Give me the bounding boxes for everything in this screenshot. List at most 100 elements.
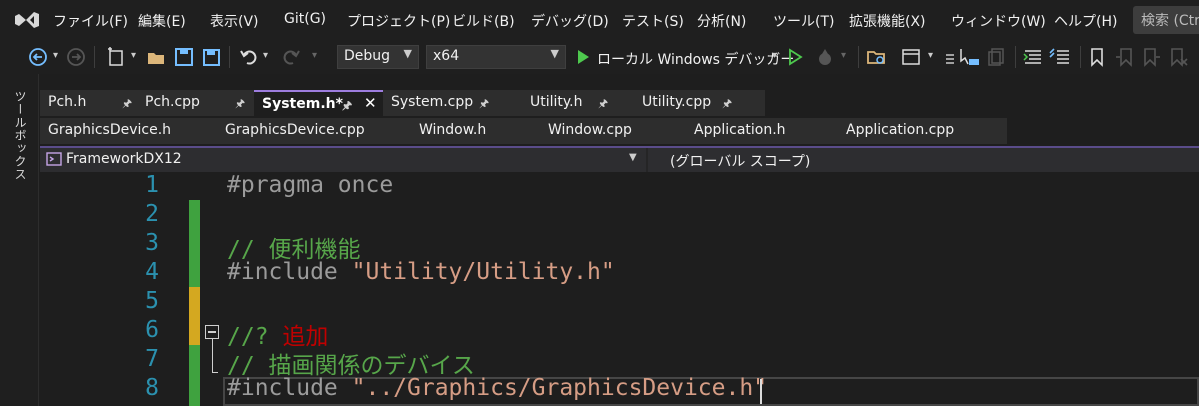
bookmark-icon[interactable] xyxy=(1089,47,1105,67)
code-editor[interactable]: 1 #pragma once 2 3// 便利機能 4 #include "Utility… xyxy=(40,172,1199,406)
toolbox-tab[interactable]: ツールボックス xyxy=(12,90,29,181)
code-line[interactable]: 3// 便利機能 xyxy=(40,230,1199,263)
copy-disabled-icon[interactable] xyxy=(987,47,1007,67)
hot-reload-icon[interactable] xyxy=(815,47,835,67)
pin-icon[interactable]: 🖈 xyxy=(722,95,732,114)
undo-icon[interactable] xyxy=(239,47,259,67)
fold-guide-end xyxy=(212,372,218,373)
code-line[interactable]: 2 xyxy=(40,201,1199,230)
menu-item[interactable]: 分析(N) xyxy=(697,11,746,31)
tab-utility-cpp[interactable]: Utility.cpp 🖈 xyxy=(634,90,765,116)
tab-pch-cpp[interactable]: Pch.cpp 🖈 xyxy=(137,90,254,116)
save-all-icon[interactable] xyxy=(201,47,221,67)
tab-graphicsdevice-cpp[interactable]: GraphicsDevice.cpp xyxy=(217,118,412,144)
clear-bookmarks-icon[interactable] xyxy=(1168,47,1188,67)
chevron-down-icon: ▼ xyxy=(629,152,637,163)
next-bookmark-icon[interactable] xyxy=(1141,47,1161,67)
standard-toolbar: ▾ ▾ ▾ ▾ Debug ▼ x64 ▼ ローカル Windows デバッガー ▾… xyxy=(0,40,1199,74)
menu-item[interactable]: Git(G) xyxy=(284,11,326,27)
window-layout-icon[interactable] xyxy=(901,47,923,67)
align-lines-icon[interactable] xyxy=(1023,47,1043,67)
line-number: 5 xyxy=(145,288,159,314)
line-number: 1 xyxy=(145,172,159,198)
redo-icon[interactable] xyxy=(281,47,301,67)
menu-item[interactable]: 編集(E) xyxy=(138,11,186,31)
menu-item[interactable]: ウィンドウ(W) xyxy=(951,11,1046,31)
layout-dropdown-icon[interactable]: ▾ xyxy=(928,50,933,70)
collapse-region-icon[interactable] xyxy=(205,325,219,339)
tab-window-cpp[interactable]: Window.cpp xyxy=(540,118,687,144)
menu-item[interactable]: デバッグ(D) xyxy=(531,11,609,31)
menu-item[interactable]: 表示(V) xyxy=(210,11,259,31)
menu-bar: ファイル(F) 編集(E) 表示(V) Git(G) プロジェクト(P) ビルド(B) デバ… xyxy=(0,0,1199,40)
select-element-icon[interactable] xyxy=(959,47,981,67)
back-dropdown-icon[interactable]: ▾ xyxy=(53,50,58,70)
code-line[interactable]: 8 #include "../Graphics/GraphicsDevice.h" xyxy=(40,375,1199,404)
code-text: #include "Utility/Utility.h" xyxy=(227,259,615,285)
new-dropdown-icon[interactable]: ▾ xyxy=(131,50,136,70)
menu-item[interactable]: 拡張機能(X) xyxy=(849,11,926,31)
pin-icon[interactable]: 🖈 xyxy=(598,95,608,114)
pin-icon[interactable]: 🖈 xyxy=(122,95,132,114)
scope-dropdown[interactable]: (グローバル スコープ) xyxy=(648,148,1199,172)
pin-icon[interactable]: 🖈 xyxy=(235,95,245,114)
menu-item[interactable]: テスト(S) xyxy=(622,11,684,31)
configuration-select[interactable]: Debug ▼ xyxy=(337,45,419,69)
visual-studio-logo-icon[interactable] xyxy=(13,8,41,32)
text-caret xyxy=(760,379,762,404)
line-number: 6 xyxy=(145,317,159,343)
close-icon[interactable]: ✕ xyxy=(364,94,377,112)
tab-label: System.h* xyxy=(262,96,343,112)
debugger-dropdown-icon[interactable]: ▾ xyxy=(772,50,777,70)
tab-application-cpp[interactable]: Application.cpp xyxy=(838,118,1007,144)
start-debugging-icon[interactable] xyxy=(575,47,591,67)
undo-dropdown-icon[interactable]: ▾ xyxy=(263,50,268,70)
platform-select[interactable]: x64 ▼ xyxy=(426,45,566,69)
tab-label: System.cpp xyxy=(391,94,474,110)
line-number: 2 xyxy=(145,201,159,227)
code-line[interactable]: 1 #pragma once xyxy=(40,172,1199,201)
line-number: 3 xyxy=(145,230,159,256)
project-dropdown[interactable]: FrameworkDX12 ▼ xyxy=(40,148,646,172)
save-icon[interactable] xyxy=(174,47,194,67)
chevron-down-icon: ▼ xyxy=(550,47,559,60)
start-without-debugging-icon[interactable] xyxy=(787,47,803,67)
side-tool-panel: ツールボックス xyxy=(0,74,39,406)
previous-bookmark-icon[interactable] xyxy=(1115,47,1135,67)
open-folder-icon[interactable] xyxy=(146,47,168,67)
forward-icon[interactable] xyxy=(66,47,86,67)
toolbar-overflow-icon[interactable] xyxy=(944,47,956,67)
tab-label: Utility.cpp xyxy=(642,94,712,110)
hot-reload-dropdown-icon[interactable]: ▾ xyxy=(841,50,846,70)
code-line[interactable]: 7// 描画関係のデバイス xyxy=(40,346,1199,379)
debugger-label[interactable]: ローカル Windows デバッガー xyxy=(597,49,794,69)
tab-graphicsdevice-h[interactable]: GraphicsDevice.h xyxy=(40,118,217,144)
comment-lines-icon[interactable] xyxy=(1049,47,1071,67)
fold-guide-line xyxy=(212,339,213,373)
tab-window-h[interactable]: Window.h xyxy=(411,118,541,144)
menu-item[interactable]: ツール(T) xyxy=(773,11,834,31)
tab-application-h[interactable]: Application.h xyxy=(686,118,839,144)
tab-system-h[interactable]: System.h* 🖈 ✕ xyxy=(254,90,384,116)
pin-icon[interactable]: 🖈 xyxy=(342,97,352,116)
redo-dropdown-icon[interactable]: ▾ xyxy=(312,50,317,70)
menu-item[interactable]: プロジェクト(P) xyxy=(347,11,450,31)
menu-item[interactable]: ヘルプ(H) xyxy=(1054,11,1117,31)
line-number: 4 xyxy=(145,259,159,285)
tab-utility-h[interactable]: Utility.h 🖈 xyxy=(522,90,635,116)
code-line[interactable]: 4 #include "Utility/Utility.h" xyxy=(40,259,1199,288)
menu-item[interactable]: ビルド(B) xyxy=(452,11,515,31)
code-token: #include xyxy=(227,375,352,401)
search-input[interactable]: 検索 (Ctrl+Q) xyxy=(1133,6,1199,34)
tab-system-cpp[interactable]: System.cpp 🖈 xyxy=(383,90,523,116)
code-token: "../Graphics/GraphicsDevice.h" xyxy=(351,375,768,401)
folder-search-icon[interactable] xyxy=(866,47,888,67)
editor-navigation-bar: FrameworkDX12 ▼ (グローバル スコープ) xyxy=(40,146,1199,172)
new-project-icon[interactable] xyxy=(106,47,128,67)
back-icon[interactable] xyxy=(28,47,48,67)
tab-pch-h[interactable]: Pch.h 🖈 xyxy=(40,90,138,116)
code-line[interactable]: 5 xyxy=(40,288,1199,317)
menu-item[interactable]: ファイル(F) xyxy=(53,11,128,31)
chevron-down-icon: ▼ xyxy=(403,47,412,60)
pin-icon[interactable]: 🖈 xyxy=(479,95,489,114)
